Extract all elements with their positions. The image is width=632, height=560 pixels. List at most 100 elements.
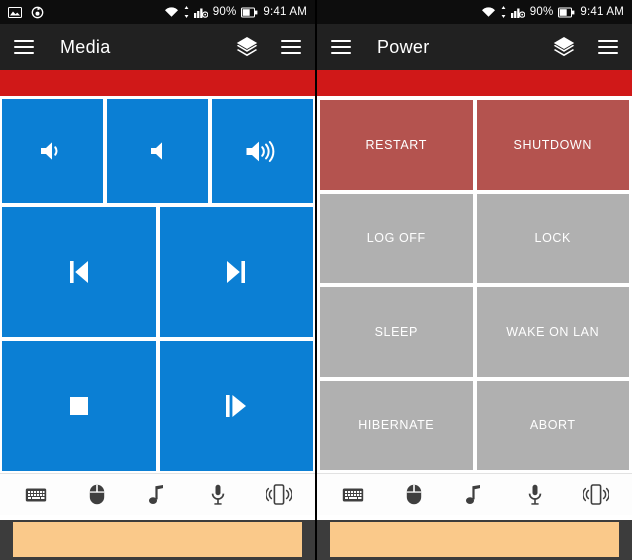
keyboard-icon: [25, 487, 47, 503]
tile-previous-track[interactable]: [2, 207, 156, 337]
dual-screenshot: 90% 9:41 AM Media 90% 9:41 AM Power REST…: [0, 0, 632, 560]
tile-label: LOCK: [534, 231, 571, 246]
tile-stop[interactable]: [2, 341, 156, 471]
bottom-nav-voice[interactable]: [505, 474, 566, 515]
stop-icon: [67, 394, 91, 418]
bottom-nav-mouse[interactable]: [67, 474, 128, 515]
transport-row: [2, 341, 313, 471]
mouse-icon: [89, 484, 105, 505]
overflow-menu-icon[interactable]: [598, 40, 618, 54]
tile-sleep[interactable]: SLEEP: [320, 287, 473, 377]
wifi-icon: [481, 6, 496, 18]
media-screen: 90% 9:41 AM Media: [0, 0, 315, 560]
tile-volume-up[interactable]: [212, 99, 313, 203]
status-bar-left-icons: [8, 6, 44, 19]
touchpad-strip-power: [317, 515, 632, 560]
layers-icon[interactable]: [235, 36, 259, 59]
bottom-nav-voice[interactable]: [188, 474, 249, 515]
tile-label: WAKE ON LAN: [506, 324, 600, 339]
tile-restart[interactable]: RESTART: [320, 100, 473, 190]
music-note-icon: [149, 484, 165, 505]
accent-bar-power: [317, 70, 632, 96]
bottom-nav-media: [0, 473, 315, 515]
updown-arrows-icon: [184, 6, 189, 18]
touchpad-left-button[interactable]: [0, 520, 13, 560]
touchpad-container: [317, 520, 632, 560]
accent-bar-media: [0, 70, 315, 96]
next-track-icon: [223, 257, 249, 287]
touchpad-right-button[interactable]: [619, 520, 632, 560]
tile-next-track[interactable]: [159, 207, 313, 337]
touchpad-left-button[interactable]: [317, 520, 330, 560]
tile-log-off[interactable]: LOG OFF: [320, 193, 473, 283]
mouse-icon: [406, 484, 422, 505]
volume-down-icon: [39, 139, 67, 163]
tile-label: SLEEP: [374, 324, 418, 339]
tile-label: LOG OFF: [366, 231, 426, 246]
status-bar-power: 90% 9:41 AM: [317, 0, 632, 24]
power-row-4: HIBERNATE ABORT: [320, 380, 629, 470]
tile-wake-on-lan[interactable]: WAKE ON LAN: [476, 287, 629, 377]
microphone-icon: [211, 484, 225, 505]
app-bar-power: Power: [317, 24, 632, 70]
touchpad-surface[interactable]: [330, 522, 619, 557]
tile-label: SHUTDOWN: [513, 137, 592, 152]
bottom-nav-keyboard[interactable]: [323, 474, 384, 515]
status-bar-media: 90% 9:41 AM: [0, 0, 315, 24]
play-pause-icon: [223, 391, 250, 421]
tile-abort[interactable]: ABORT: [476, 380, 629, 470]
bottom-nav-device[interactable]: [565, 474, 626, 515]
tile-lock[interactable]: LOCK: [476, 193, 629, 283]
volume-mute-icon: [148, 139, 168, 163]
page-title: Power: [377, 36, 430, 57]
cell-signal-icon: [510, 6, 525, 18]
previous-track-icon: [66, 257, 92, 287]
bottom-nav-mouse[interactable]: [384, 474, 445, 515]
touchpad-strip-media: [0, 515, 315, 560]
touchpad-right-button[interactable]: [302, 520, 315, 560]
media-tile-grid: [0, 96, 315, 473]
power-row-3: SLEEP WAKE ON LAN: [320, 287, 629, 377]
photo-icon: [8, 6, 22, 18]
tile-volume-down[interactable]: [2, 99, 103, 203]
bottom-nav-media-tab[interactable]: [444, 474, 505, 515]
touchpad-container: [0, 520, 315, 560]
tile-hibernate[interactable]: HIBERNATE: [320, 380, 473, 470]
layers-icon[interactable]: [552, 36, 576, 59]
status-bar-right-power: 90% 9:41 AM: [481, 6, 624, 18]
bottom-nav-media-tab[interactable]: [127, 474, 188, 515]
keyboard-icon: [342, 487, 364, 503]
microphone-icon: [528, 484, 542, 505]
power-row-2: LOG OFF LOCK: [320, 193, 629, 283]
music-note-icon: [466, 484, 482, 505]
bottom-nav-keyboard[interactable]: [6, 474, 67, 515]
bottom-nav-power: [317, 473, 632, 515]
battery-icon: [241, 7, 258, 18]
tile-label: HIBERNATE: [358, 418, 435, 433]
page-title: Media: [60, 36, 111, 57]
battery-percent: 90%: [529, 6, 554, 18]
hamburger-menu-icon[interactable]: [331, 40, 351, 54]
app-bar-media: Media: [0, 24, 315, 70]
tile-volume-mute[interactable]: [107, 99, 208, 203]
overflow-menu-icon[interactable]: [281, 40, 301, 54]
bottom-nav-device[interactable]: [248, 474, 309, 515]
tile-label: RESTART: [365, 137, 427, 152]
hamburger-menu-icon[interactable]: [14, 40, 34, 54]
clock: 9:41 AM: [580, 6, 624, 18]
track-row: [2, 207, 313, 337]
tile-play-pause[interactable]: [159, 341, 313, 471]
tile-label: ABORT: [529, 418, 576, 433]
battery-percent: 90%: [212, 6, 237, 18]
power-tile-grid: RESTART SHUTDOWN LOG OFF LOCK SLEEP WAKE…: [317, 96, 632, 473]
touchpad-surface[interactable]: [13, 522, 302, 557]
cell-signal-icon: [193, 6, 208, 18]
status-bar-right: 90% 9:41 AM: [164, 6, 307, 18]
app-bar-actions: [552, 36, 618, 59]
volume-up-icon: [245, 138, 281, 165]
tile-shutdown[interactable]: SHUTDOWN: [476, 100, 629, 190]
clock: 9:41 AM: [263, 6, 307, 18]
app-bar-actions: [235, 36, 301, 59]
wifi-icon: [164, 6, 179, 18]
vibrate-phone-icon: [265, 484, 292, 505]
